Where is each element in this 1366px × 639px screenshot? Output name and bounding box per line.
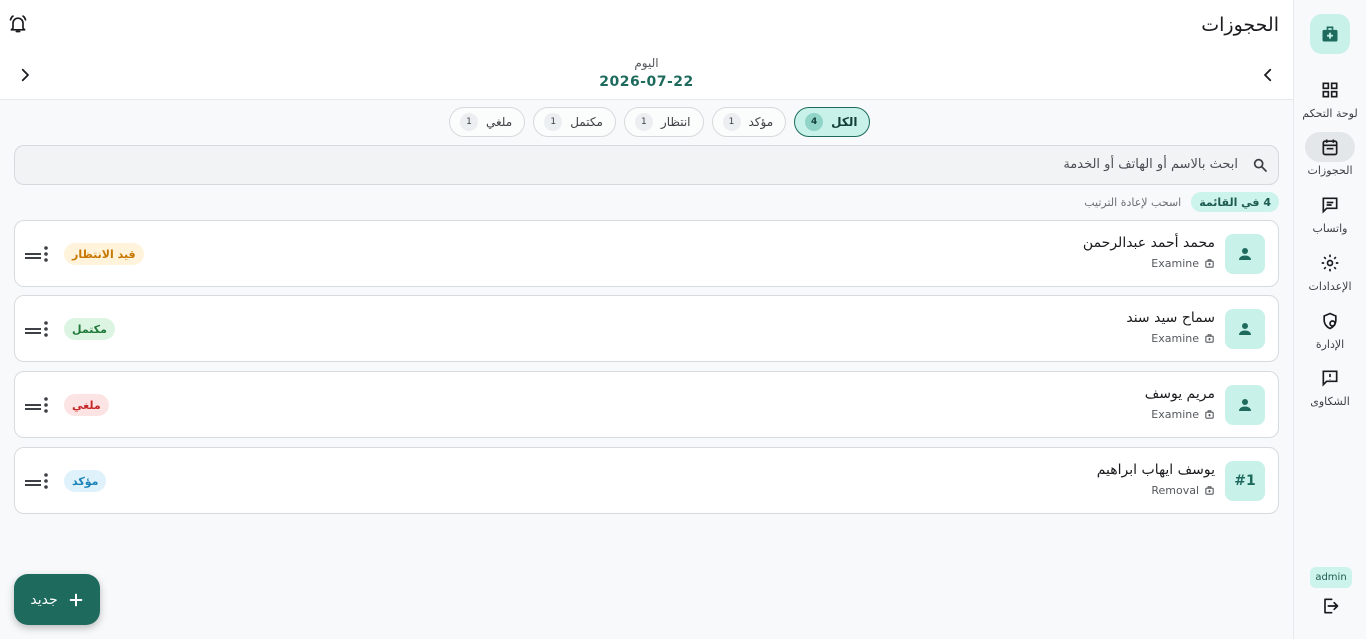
service-name: Examine	[1151, 332, 1199, 345]
booking-card[interactable]: مريم يوسف Examine ملغي	[14, 371, 1279, 438]
user-role-badge: admin	[1310, 567, 1352, 588]
service-info: Removal	[1151, 484, 1215, 497]
status-badge: مؤكد	[64, 470, 107, 492]
nav-item-whatsapp[interactable]: واتساب	[1294, 190, 1366, 235]
booking-card[interactable]: سماح سيد سند Examine مكتمل	[14, 295, 1279, 362]
calendar-icon	[1322, 139, 1338, 156]
chip-label: انتظار	[660, 115, 691, 129]
more-options-icon[interactable]	[42, 396, 50, 414]
patient-name: مريم يوسف	[1144, 386, 1215, 402]
nav-label: الحجوزات	[1307, 164, 1353, 177]
chip-label: ملغي	[486, 115, 513, 129]
app-logo-medical-bag-icon[interactable]	[1310, 14, 1350, 54]
service-name: Removal	[1151, 484, 1199, 497]
status-filter-chips: 1 ملغي 1 مكتمل 1 انتظار 1 مؤكد 4 الكل	[449, 107, 871, 137]
search-icon	[1253, 158, 1267, 172]
service-info: Examine	[1151, 332, 1215, 345]
chip-count: 1	[634, 113, 653, 131]
filter-chip-confirmed[interactable]: 1 مؤكد	[711, 107, 787, 137]
chip-label: الكل	[831, 115, 858, 129]
filter-chip-cancelled[interactable]: 1 ملغي	[449, 107, 526, 137]
new-booking-button[interactable]: جديد	[14, 574, 100, 625]
nav-label: الشكاوى	[1310, 395, 1350, 408]
filter-chip-waiting[interactable]: 1 انتظار	[623, 107, 704, 137]
service-info: Examine	[1151, 257, 1215, 270]
page-title: الحجوزات	[1201, 14, 1279, 36]
chat-icon	[1322, 197, 1338, 214]
queue-number: #1	[1225, 461, 1265, 501]
top-bar: الحجوزات اليوم 2026-07-22	[0, 0, 1293, 100]
logout-icon[interactable]	[1320, 596, 1340, 616]
patient-name: محمد أحمد عبدالرحمن	[1082, 235, 1215, 251]
filter-chip-completed[interactable]: 1 مكتمل	[533, 107, 616, 137]
person-icon	[1225, 234, 1265, 274]
new-booking-label: جديد	[30, 591, 58, 608]
person-icon	[1225, 385, 1265, 425]
chip-count: 1	[722, 113, 741, 131]
chevron-left-icon[interactable]	[1259, 66, 1277, 84]
nav-label: واتساب	[1312, 222, 1348, 235]
more-options-icon[interactable]	[42, 320, 50, 338]
drag-handle-icon[interactable]	[25, 479, 41, 487]
drag-handle-icon[interactable]	[25, 403, 41, 411]
admin-shield-icon	[1323, 312, 1337, 330]
filter-chip-all[interactable]: 4 الكل	[794, 107, 871, 137]
main-content: الحجوزات اليوم 2026-07-22 1 ملغي 1 مكتمل…	[0, 0, 1293, 639]
status-badge: ملغي	[64, 394, 109, 416]
nav-label: لوحة التحكم	[1302, 107, 1358, 120]
feedback-icon	[1322, 370, 1338, 387]
date-label: اليوم	[634, 56, 659, 70]
person-icon	[1225, 309, 1265, 349]
notifications-bell-icon[interactable]	[8, 14, 28, 34]
service-bag-icon	[1205, 259, 1214, 268]
chevron-right-icon[interactable]	[16, 66, 34, 84]
search-input[interactable]: ابحث بالاسم أو الهاتف أو الخدمة	[14, 145, 1279, 185]
chip-count: 1	[460, 113, 478, 131]
dashboard-icon	[1322, 82, 1338, 98]
reorder-hint: اسحب لإعادة الترتيب	[1084, 195, 1182, 209]
drag-handle-icon[interactable]	[25, 327, 41, 335]
nav-label: الإعدادات	[1308, 280, 1352, 293]
service-name: Examine	[1151, 408, 1199, 421]
plus-icon	[69, 593, 82, 606]
list-count-badge: 4 في القائمة	[1191, 192, 1279, 212]
service-bag-icon	[1205, 486, 1214, 495]
service-bag-icon	[1205, 410, 1214, 419]
chip-count: 1	[544, 113, 563, 131]
service-info: Examine	[1151, 408, 1215, 421]
list-meta: 4 في القائمة اسحب لإعادة الترتيب	[1084, 192, 1279, 212]
search-placeholder: ابحث بالاسم أو الهاتف أو الخدمة	[1063, 157, 1238, 172]
patient-name: سماح سيد سند	[1126, 310, 1215, 326]
patient-name: يوسف ايهاب ابراهيم	[1096, 462, 1215, 478]
chip-count: 4	[805, 113, 824, 131]
nav-label: الإدارة	[1315, 338, 1345, 351]
drag-handle-icon[interactable]	[25, 252, 41, 260]
nav-item-settings[interactable]: الإعدادات	[1294, 248, 1366, 293]
nav-item-admin[interactable]: الإدارة	[1294, 306, 1366, 351]
booking-card[interactable]: محمد أحمد عبدالرحمن Examine قيد الانتظار	[14, 220, 1279, 287]
service-bag-icon	[1205, 334, 1214, 343]
more-options-icon[interactable]	[42, 472, 50, 490]
status-badge: مكتمل	[64, 318, 115, 340]
gear-icon	[1321, 254, 1339, 272]
nav-item-complaints[interactable]: الشكاوى	[1294, 363, 1366, 408]
navigation-rail: لوحة التحكم الحجوزات واتساب الإعدادات ال…	[1293, 0, 1366, 639]
booking-card[interactable]: #1 يوسف ايهاب ابراهيم Removal مؤكد	[14, 447, 1279, 514]
nav-item-bookings[interactable]: الحجوزات	[1294, 132, 1366, 177]
status-badge: قيد الانتظار	[64, 243, 144, 265]
nav-item-dashboard[interactable]: لوحة التحكم	[1294, 75, 1366, 120]
current-date: 2026-07-22	[599, 74, 694, 90]
chip-label: مؤكد	[748, 115, 774, 129]
chip-label: مكتمل	[570, 115, 603, 129]
more-options-icon[interactable]	[42, 245, 50, 263]
service-name: Examine	[1151, 257, 1199, 270]
